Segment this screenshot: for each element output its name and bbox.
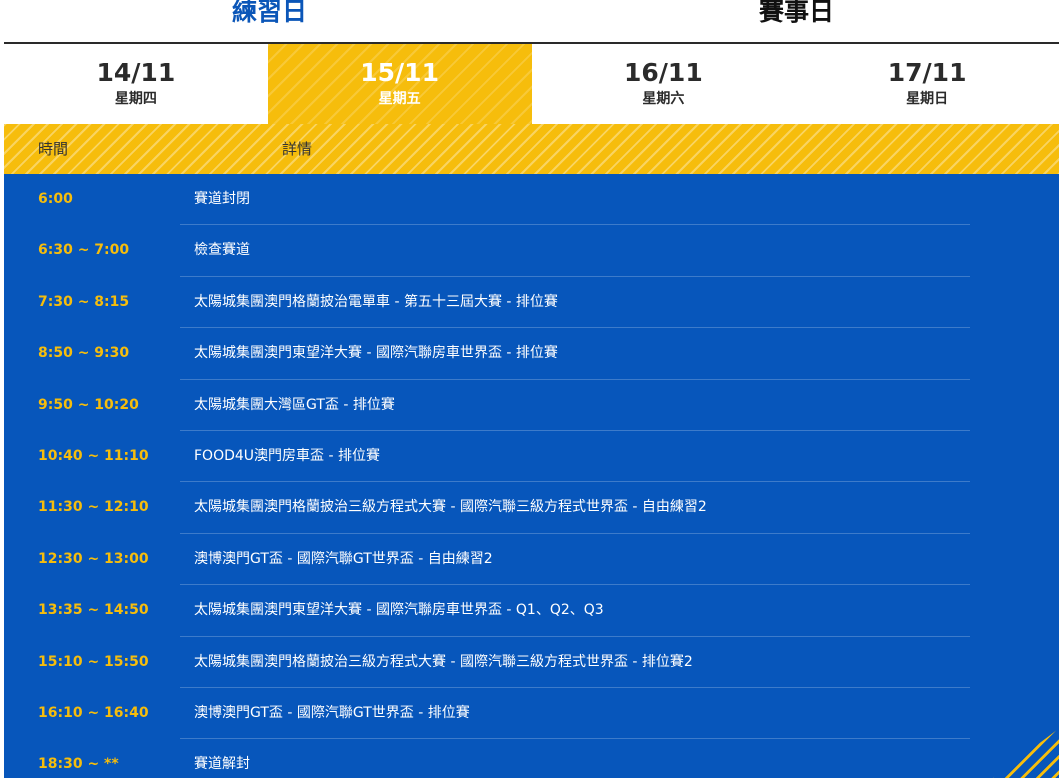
schedule-rows: 6:00 賽道封閉 6:30 ~ 7:00 檢查賽道 7:30 ~ 8:15 太… (4, 174, 970, 778)
day-tab-14-11[interactable]: 14/11 星期四 (4, 44, 268, 124)
table-row: 11:30 ~ 12:10 太陽城集團澳門格蘭披治三級方程式大賽 - 國際汽聯三… (4, 482, 970, 535)
row-time: 11:30 ~ 12:10 (38, 499, 149, 516)
table-row: 6:00 賽道封閉 (4, 174, 970, 226)
row-time: 6:00 (38, 191, 73, 207)
row-detail: FOOD4U澳門房車盃 - 排位賽 (194, 447, 380, 464)
time-column-header: 時間 (38, 140, 69, 158)
day-weekday: 星期四 (114, 91, 157, 107)
practice-days-label[interactable]: 練習日 (232, 0, 307, 30)
row-detail: 太陽城集團澳門東望洋大賽 - 國際汽聯房車世界盃 - 排位賽 (194, 345, 558, 362)
table-row: 9:50 ~ 10:20 太陽城集團大灣區GT盃 - 排位賽 (4, 380, 970, 432)
row-detail: 賽道封閉 (194, 191, 250, 207)
schedule-column-header: 時間 詳情 (4, 124, 1059, 174)
row-detail: 賽道解封 (194, 756, 250, 773)
day-date: 14/11 (96, 58, 176, 87)
row-detail: 太陽城集團澳門格蘭披治三級方程式大賽 - 國際汽聯三級方程式世界盃 - 排位賽2 (194, 653, 693, 670)
row-detail: 太陽城集團澳門格蘭披治三級方程式大賽 - 國際汽聯三級方程式世界盃 - 自由練習… (194, 499, 707, 516)
row-time: 7:30 ~ 8:15 (38, 293, 130, 310)
row-detail: 太陽城集團澳門格蘭披治電單車 - 第五十三屆大賽 - 排位賽 (194, 293, 558, 310)
table-row: 6:30 ~ 7:00 檢查賽道 (4, 225, 970, 278)
day-tabs: 14/11 星期四 15/11 星期五 16/11 星期六 17/11 星期日 (4, 44, 1059, 124)
table-row: 15:10 ~ 15:50 太陽城集團澳門格蘭披治三級方程式大賽 - 國際汽聯三… (4, 637, 970, 689)
section-headers: 練習日 賽事日 (4, 0, 1059, 42)
row-time: 16:10 ~ 16:40 (38, 704, 149, 721)
row-time: 10:40 ~ 11:10 (38, 447, 149, 464)
day-date: 16/11 (624, 58, 703, 87)
row-time: 9:50 ~ 10:20 (38, 396, 139, 413)
row-time: 12:30 ~ 13:00 (38, 550, 149, 567)
table-row: 18:30 ~ ** 賽道解封 (4, 739, 970, 778)
day-weekday: 星期日 (906, 91, 949, 107)
table-row: 10:40 ~ 11:10 FOOD4U澳門房車盃 - 排位賽 (4, 431, 970, 483)
day-weekday: 星期五 (378, 91, 421, 107)
row-time: 18:30 ~ ** (38, 756, 119, 773)
row-time: 8:50 ~ 9:30 (38, 345, 130, 362)
table-row: 16:10 ~ 16:40 澳博澳門GT盃 - 國際汽聯GT世界盃 - 排位賽 (4, 688, 970, 740)
row-detail: 檢查賽道 (194, 242, 250, 259)
row-time: 6:30 ~ 7:00 (38, 242, 130, 259)
detail-column-header: 詳情 (282, 140, 313, 158)
row-detail: 澳博澳門GT盃 - 國際汽聯GT世界盃 - 自由練習2 (194, 550, 493, 567)
day-tab-17-11[interactable]: 17/11 星期日 (795, 44, 1059, 124)
row-detail: 太陽城集團大灣區GT盃 - 排位賽 (194, 396, 395, 413)
day-date: 17/11 (887, 58, 967, 87)
table-row: 8:50 ~ 9:30 太陽城集團澳門東望洋大賽 - 國際汽聯房車世界盃 - 排… (4, 328, 970, 380)
row-time: 15:10 ~ 15:50 (38, 653, 149, 670)
day-tab-16-11[interactable]: 16/11 星期六 (531, 44, 796, 124)
table-row: 7:30 ~ 8:15 太陽城集團澳門格蘭披治電單車 - 第五十三屆大賽 - 排… (4, 277, 970, 329)
table-row: 13:35 ~ 14:50 太陽城集團澳門東望洋大賽 - 國際汽聯房車世界盃 -… (4, 585, 970, 637)
day-weekday: 星期六 (642, 91, 685, 107)
row-time: 13:35 ~ 14:50 (38, 602, 149, 619)
day-date: 15/11 (360, 58, 439, 87)
race-days-label[interactable]: 賽事日 (759, 0, 834, 30)
schedule-page: 練習日 賽事日 14/11 星期四 15/11 星期五 16/11 星期六 17… (0, 0, 1061, 778)
table-row: 12:30 ~ 13:00 澳博澳門GT盃 - 國際汽聯GT世界盃 - 自由練習… (4, 534, 970, 586)
row-detail: 澳博澳門GT盃 - 國際汽聯GT世界盃 - 排位賽 (194, 704, 470, 721)
corner-stripe-decoration (985, 724, 1059, 778)
row-detail: 太陽城集團澳門東望洋大賽 - 國際汽聯房車世界盃 - Q1、Q2、Q3 (194, 602, 604, 619)
day-tab-15-11[interactable]: 15/11 星期五 (267, 44, 532, 124)
schedule-table: 6:00 賽道封閉 6:30 ~ 7:00 檢查賽道 7:30 ~ 8:15 太… (4, 174, 1059, 778)
